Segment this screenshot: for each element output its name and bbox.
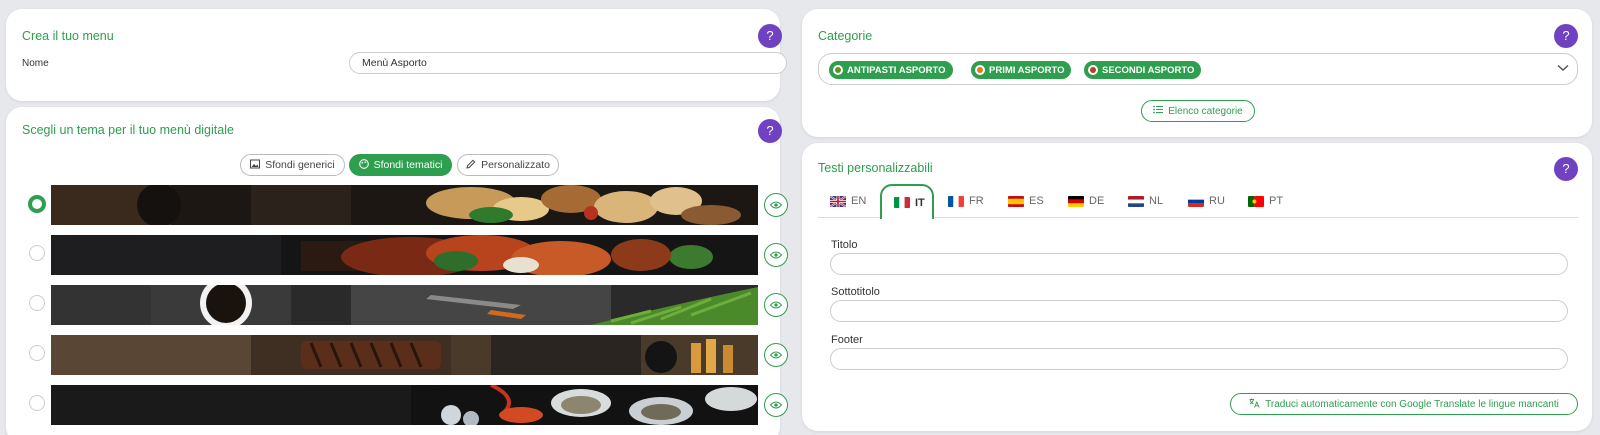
eye-icon	[770, 301, 782, 309]
preview-eye-button-2[interactable]	[764, 243, 788, 267]
category-chip-label: SECONDI ASPORTO	[1102, 64, 1195, 76]
create-menu-card: Crea il tuo menu ? Nome Menù Asporto	[6, 9, 787, 101]
france-flag-icon	[948, 195, 964, 207]
eye-icon	[770, 251, 782, 259]
uk-flag-icon	[830, 195, 846, 207]
tab-es[interactable]: ES	[996, 184, 1056, 218]
theme-preview-4[interactable]	[51, 335, 758, 375]
custom-texts-title: Testi personalizzabili	[818, 161, 933, 175]
theme-preview-2[interactable]	[51, 235, 758, 275]
custom-texts-card: Testi personalizzabili ? EN IT FR ES DE …	[802, 143, 1592, 431]
categories-title: Categorie	[818, 29, 873, 43]
title-input[interactable]	[830, 253, 1568, 275]
create-menu-title: Crea il tuo menu	[22, 29, 114, 43]
theme-card: Scegli un tema per il tuo menù digitale …	[6, 107, 788, 435]
image-icon	[250, 159, 261, 172]
pasta-icon	[975, 65, 985, 75]
category-chip-primi[interactable]: PRIMI ASPORTO	[971, 61, 1072, 79]
tab-it[interactable]: IT	[880, 184, 934, 219]
generic-backgrounds-button[interactable]: Sfondi generici	[240, 154, 345, 176]
tab-de[interactable]: DE	[1056, 184, 1116, 218]
tab-ru[interactable]: RU	[1176, 184, 1236, 218]
category-chip-label: PRIMI ASPORTO	[989, 64, 1065, 76]
title-field-label: Titolo	[831, 239, 858, 251]
tab-pt[interactable]: PT	[1236, 184, 1296, 218]
category-chip-secondi[interactable]: SECONDI ASPORTO	[1084, 61, 1202, 79]
help-icon[interactable]: ?	[758, 24, 782, 48]
russia-flag-icon	[1188, 195, 1204, 207]
category-list-label: Elenco categorie	[1168, 105, 1243, 117]
preview-eye-button-4[interactable]	[764, 343, 788, 367]
category-list-button[interactable]: Elenco categorie	[1141, 100, 1255, 122]
tab-label: DE	[1089, 195, 1105, 207]
chevron-down-icon[interactable]	[1557, 63, 1569, 75]
preview-eye-button-3[interactable]	[764, 293, 788, 317]
tab-label: NL	[1149, 195, 1164, 207]
theme-title: Scegli un tema per il tuo menù digitale	[22, 123, 234, 137]
meat-icon	[1088, 65, 1098, 75]
eye-icon	[770, 401, 782, 409]
preview-eye-button-5[interactable]	[764, 393, 788, 417]
thematic-backgrounds-label: Sfondi tematici	[373, 159, 443, 171]
categories-select[interactable]: ANTIPASTI ASPORTO PRIMI ASPORTO SECONDI …	[818, 53, 1578, 85]
theme-preview-5[interactable]	[51, 385, 758, 425]
help-icon[interactable]: ?	[1554, 24, 1578, 48]
custom-background-label: Personalizzato	[481, 159, 550, 171]
tab-label: EN	[851, 195, 867, 207]
preview-eye-button-1[interactable]	[764, 193, 788, 217]
theme-radio-3[interactable]	[29, 295, 45, 311]
auto-translate-button[interactable]: Traduci automaticamente con Google Trans…	[1230, 393, 1578, 415]
language-tabs: EN IT FR ES DE NL RU PT	[818, 184, 1578, 219]
theme-radio-4[interactable]	[29, 345, 45, 361]
list-icon	[1153, 105, 1164, 117]
name-label: Nome	[22, 58, 49, 69]
translate-icon	[1249, 398, 1260, 411]
theme-radio-2[interactable]	[29, 245, 45, 261]
tab-en[interactable]: EN	[818, 184, 878, 218]
footer-input[interactable]	[830, 348, 1568, 370]
eye-icon	[770, 351, 782, 359]
tab-label: PT	[1269, 195, 1284, 207]
tab-nl[interactable]: NL	[1116, 184, 1176, 218]
subtitle-field-label: Sottotitolo	[831, 286, 880, 298]
portugal-flag-icon	[1248, 195, 1264, 207]
theme-preview-3[interactable]	[51, 285, 758, 325]
categories-card: Categorie ? ANTIPASTI ASPORTO PRIMI ASPO…	[802, 9, 1592, 137]
spain-flag-icon	[1008, 195, 1024, 207]
olive-icon	[833, 65, 843, 75]
category-chip-label: ANTIPASTI ASPORTO	[847, 64, 946, 76]
theme-radio-5[interactable]	[29, 395, 45, 411]
eye-icon	[770, 201, 782, 209]
help-icon[interactable]: ?	[1554, 157, 1578, 181]
pencil-icon	[466, 159, 476, 172]
category-chip-antipasti[interactable]: ANTIPASTI ASPORTO	[829, 61, 953, 79]
tab-fr[interactable]: FR	[936, 184, 996, 218]
footer-field-label: Footer	[831, 334, 863, 346]
auto-translate-label: Traduci automaticamente con Google Trans…	[1265, 398, 1559, 410]
name-input[interactable]: Menù Asporto	[349, 52, 787, 74]
tab-label: IT	[915, 196, 925, 209]
thematic-backgrounds-button[interactable]: Sfondi tematici	[349, 154, 452, 176]
theme-radio-1[interactable]	[28, 195, 46, 213]
tab-label: RU	[1209, 195, 1225, 207]
subtitle-input[interactable]	[830, 300, 1568, 322]
theme-preview-1[interactable]	[51, 185, 758, 225]
netherlands-flag-icon	[1128, 195, 1144, 207]
germany-flag-icon	[1068, 195, 1084, 207]
help-icon[interactable]: ?	[758, 119, 782, 143]
italy-flag-icon	[894, 197, 910, 208]
custom-background-button[interactable]: Personalizzato	[457, 154, 559, 176]
tab-label: FR	[969, 195, 984, 207]
tab-label: ES	[1029, 195, 1044, 207]
palette-icon	[358, 158, 369, 172]
generic-backgrounds-label: Sfondi generici	[265, 159, 335, 171]
